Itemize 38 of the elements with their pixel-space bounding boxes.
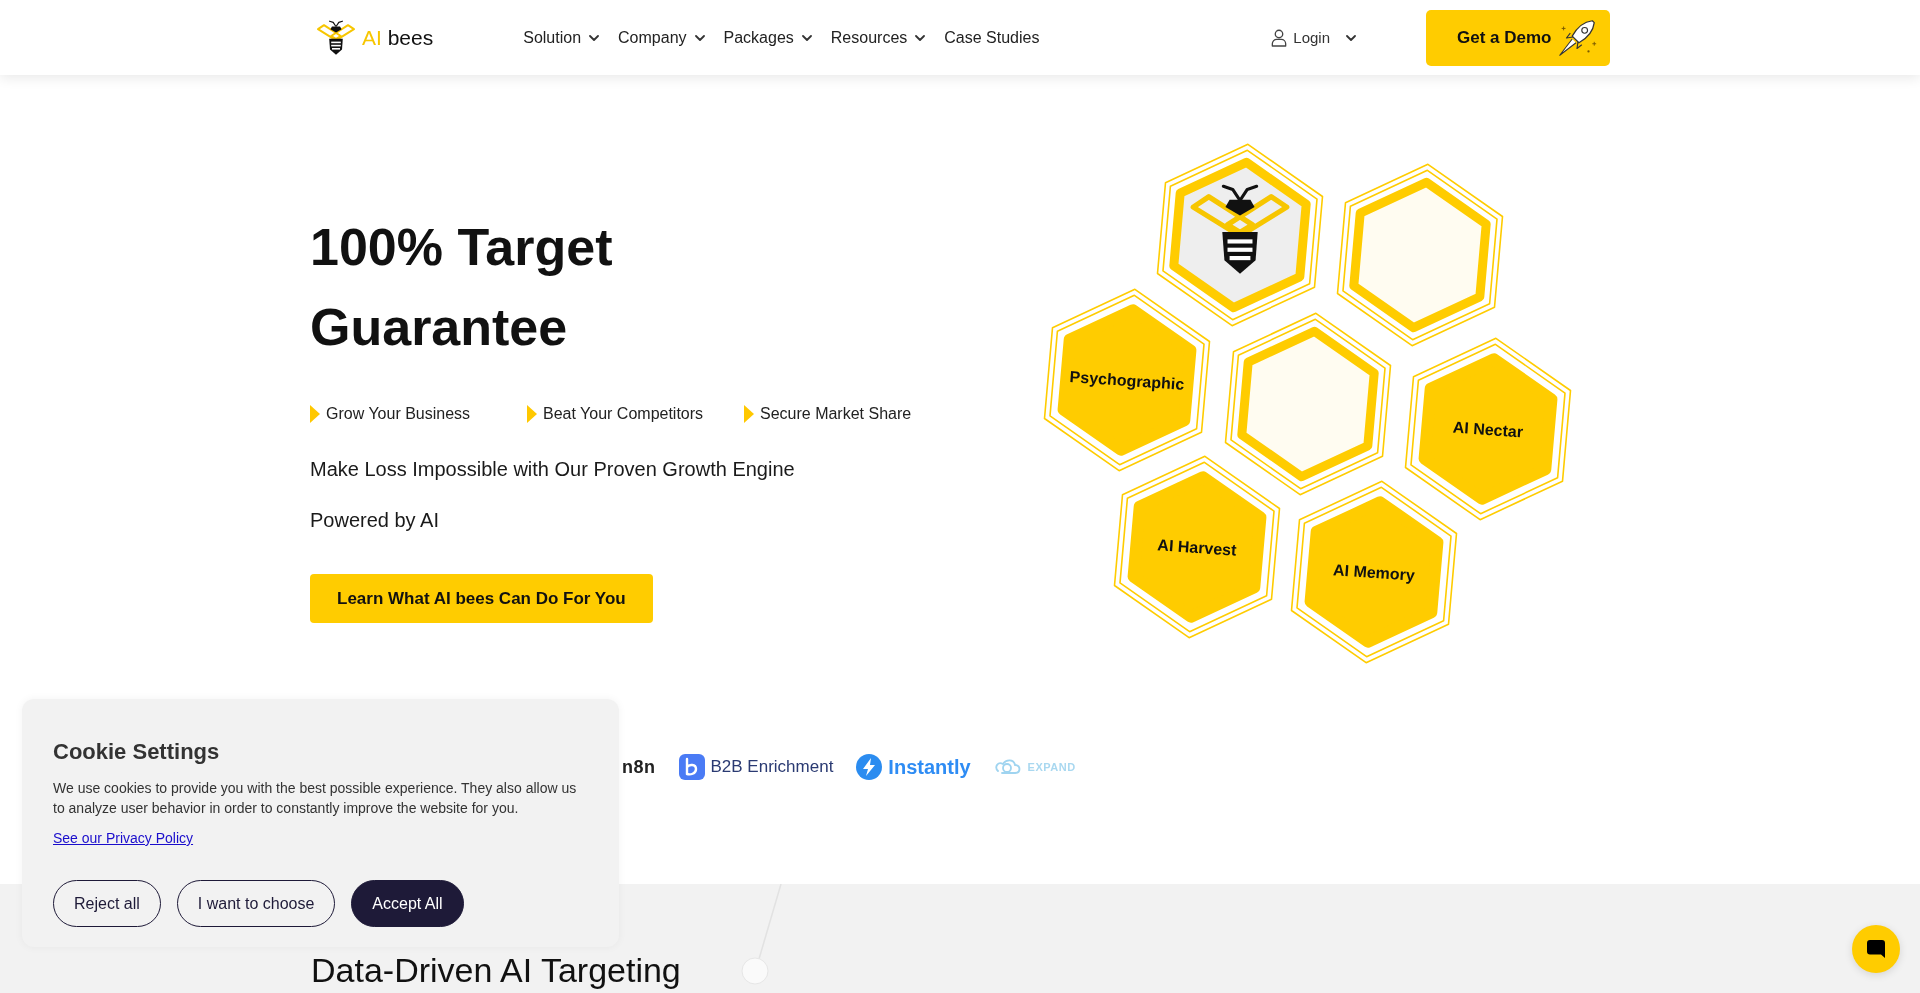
- logo-tile-icon: [678, 754, 705, 780]
- chat-icon: [1866, 939, 1886, 959]
- login-button[interactable]: Login: [1271, 24, 1356, 51]
- cta-button[interactable]: Learn What AI bees Can Do For You: [310, 574, 653, 623]
- bullet-text: Beat Your Competitors: [543, 404, 704, 424]
- hexagon-label: AI Harvest: [1156, 536, 1238, 559]
- bullet-text: Secure Market Share: [760, 404, 912, 424]
- privacy-policy-link[interactable]: See our Privacy Policy: [53, 828, 194, 848]
- demo-button[interactable]: Get a Demo: [1426, 9, 1610, 66]
- logo-text[interactable]: AI bees: [362, 25, 434, 50]
- cookie-button[interactable]: Accept All: [351, 880, 464, 927]
- triangle-bullet-icon: [310, 405, 320, 423]
- triangle-bullet-icon: [744, 405, 754, 423]
- nav-link[interactable]: Case Studies: [944, 24, 1040, 51]
- bee-icon[interactable]: [315, 19, 357, 56]
- triangle-bullet-icon: [527, 405, 537, 423]
- hero-title: 100% Target Guarantee: [310, 217, 614, 358]
- bullet-text: Grow Your Business: [326, 404, 471, 424]
- nav-link[interactable]: Resources: [830, 24, 926, 51]
- loop-icon: [993, 757, 1022, 777]
- lightning-bolt-icon: [856, 754, 883, 780]
- nav-link[interactable]: Packages: [723, 24, 812, 51]
- partner-name: EXPAND: [1027, 761, 1076, 773]
- hexagon-label: AI Nectar: [1452, 418, 1524, 441]
- hero-subtitle: Powered by AI: [310, 508, 440, 533]
- user-icon: [1271, 28, 1288, 47]
- cookie-title: Cookie Settings: [53, 739, 221, 765]
- nav-link[interactable]: Solution: [523, 24, 600, 51]
- hexagon-label: AI Memory: [1332, 561, 1416, 584]
- partner-name: n8n: [622, 756, 656, 778]
- section-heading: Data-Driven AI Targeting: [311, 950, 681, 990]
- cookie-text: We use cookies to provide you with the best possible experience. They also allow us to analyze user behavior in order to constantly improve the website for you.: [53, 779, 578, 818]
- hexagon-label: Psychographic: [1069, 368, 1185, 393]
- hero-tagline: Make Loss Impossible with Our Proven Growth Engine: [310, 457, 796, 482]
- partner-name: B2B Enrichment: [710, 757, 834, 777]
- partner-name: Instantly: [888, 755, 971, 779]
- nav-link[interactable]: Company: [618, 24, 705, 51]
- bee-icon: [1193, 186, 1287, 274]
